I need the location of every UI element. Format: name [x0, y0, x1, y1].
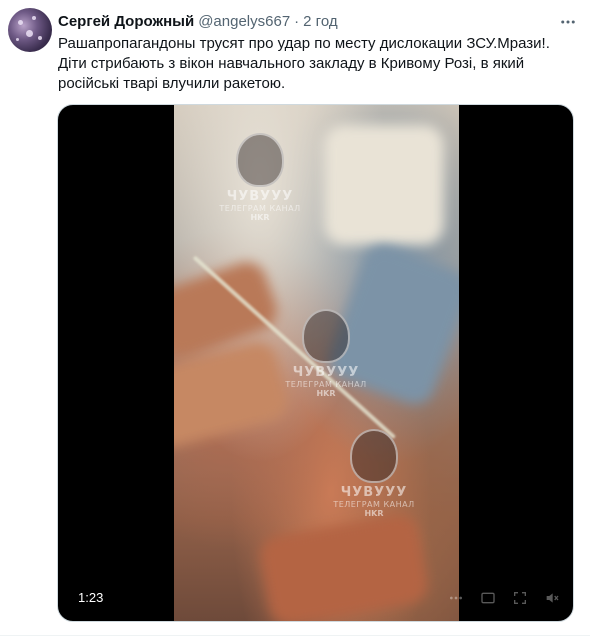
- watermark-face-icon: [350, 429, 398, 483]
- more-options-button[interactable]: [556, 10, 580, 34]
- video-watermark: ЧУВУУУ ТЕЛЕГРАМ КАНАЛ HKR: [314, 429, 434, 518]
- gif-button[interactable]: [479, 589, 497, 607]
- fullscreen-button[interactable]: [511, 589, 529, 607]
- avatar-detail: [32, 16, 36, 20]
- more-video-options-button[interactable]: [447, 589, 465, 607]
- tweet-text-line: Рашапропагандоны трусят про удар по мест…: [58, 35, 550, 52]
- video-player[interactable]: ЧУВУУУ ТЕЛЕГРАМ КАНАЛ HKR ЧУВУУУ ТЕЛЕГРА…: [57, 104, 574, 622]
- video-blur: [257, 511, 431, 621]
- author-name[interactable]: Сергей Дорожный: [58, 12, 194, 32]
- volume-icon: [546, 593, 559, 603]
- video-duration: 1:23: [72, 588, 110, 607]
- tweet-text: Рашапропагандоны трусят про удар по мест…: [58, 34, 578, 94]
- more-dots-icon: [561, 20, 575, 24]
- video-watermark: ЧУВУУУ ТЕЛЕГРАМ КАНАЛ HKR: [266, 309, 386, 398]
- watermark-face-icon: [302, 309, 350, 363]
- video-controls: [447, 589, 561, 607]
- video-watermark: ЧУВУУУ ТЕЛЕГРАМ КАНАЛ HKR: [200, 133, 320, 222]
- watermark-line2: HKR: [250, 213, 270, 222]
- watermark-line1: ТЕЛЕГРАМ КАНАЛ: [219, 204, 301, 213]
- volume-button[interactable]: [543, 589, 561, 607]
- more-dots-icon: [450, 596, 462, 600]
- watermark-logo: ЧУВУУУ: [340, 485, 408, 500]
- avatar-detail: [18, 20, 23, 25]
- watermark-line2: HKR: [316, 389, 336, 398]
- fullscreen-icon: [514, 592, 526, 604]
- watermark-line1: ТЕЛЕГРАМ КАНАЛ: [333, 500, 415, 509]
- watermark-logo: ЧУВУУУ: [292, 365, 360, 380]
- tweet-text-line: Діти стрибають з вікон навчального закла…: [58, 55, 525, 72]
- watermark-line1: ТЕЛЕГРАМ КАНАЛ: [285, 380, 367, 389]
- avatar-detail: [16, 38, 19, 41]
- watermark-logo: ЧУВУУУ: [226, 189, 294, 204]
- tweet[interactable]: Сергей Дорожный @angelys667 · 2 год Раша…: [0, 0, 590, 636]
- video-blur: [324, 125, 444, 245]
- watermark-face-icon: [236, 133, 284, 187]
- watermark-line2: HKR: [364, 509, 384, 518]
- separator: ·: [294, 13, 300, 30]
- video-frame[interactable]: ЧУВУУУ ТЕЛЕГРАМ КАНАЛ HKR ЧУВУУУ ТЕЛЕГРА…: [174, 105, 459, 621]
- author-handle[interactable]: @angelys667: [198, 12, 290, 32]
- tweet-text-line: російські тварі влучили ракетою.: [58, 75, 286, 92]
- avatar-detail: [38, 36, 42, 40]
- avatar[interactable]: [8, 8, 52, 52]
- avatar-detail: [26, 30, 33, 37]
- tweet-timestamp[interactable]: 2 год: [303, 12, 337, 32]
- gif-icon: [481, 592, 495, 604]
- tweet-header: Сергей Дорожный @angelys667 · 2 год: [58, 12, 550, 32]
